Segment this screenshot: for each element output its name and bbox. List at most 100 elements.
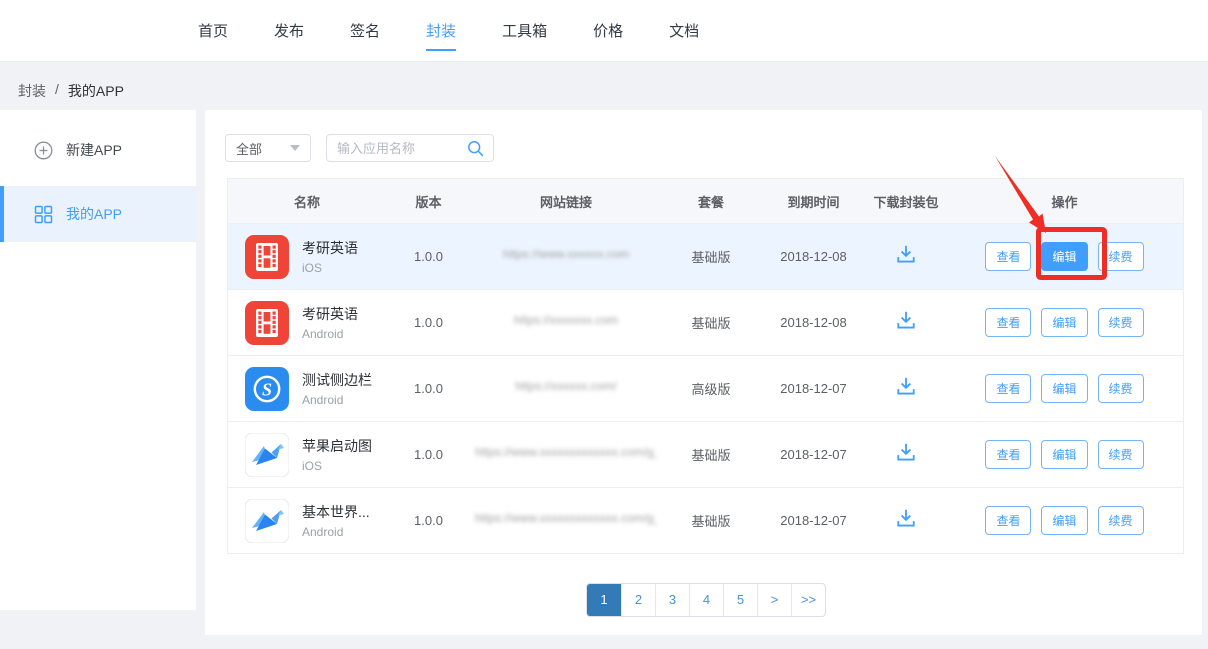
download-icon[interactable] xyxy=(895,508,917,528)
breadcrumb-separator: / xyxy=(55,81,59,101)
plan-value: 基础版 xyxy=(691,448,730,463)
download-icon[interactable] xyxy=(895,442,917,462)
breadcrumb-link[interactable]: 封装 xyxy=(18,81,46,101)
name-cell: 考研英语 iOS xyxy=(228,235,386,279)
app-platform: Android xyxy=(302,393,372,407)
website-link-cell: https://www.xxxxxxxxxxxxx.com/g_... xyxy=(471,445,661,464)
expire-cell: 2018-12-08 xyxy=(761,248,866,266)
sidebar-item-label: 我的APP xyxy=(66,204,122,224)
nav-tab[interactable]: 发布 xyxy=(274,0,304,61)
view-button[interactable]: 查看 xyxy=(985,440,1031,469)
plan-cell: 基础版 xyxy=(661,247,761,267)
download-icon[interactable] xyxy=(895,376,917,396)
page-button[interactable]: 4 xyxy=(689,584,723,616)
renew-button[interactable]: 续费 xyxy=(1098,506,1144,535)
apps-table: 名称版本网站链接套餐到期时间下载封装包操作 考研英语iOS1.0.0https:… xyxy=(227,178,1184,554)
edit-button[interactable]: 编辑 xyxy=(1041,440,1087,469)
nav-tab[interactable]: 首页 xyxy=(198,0,228,61)
page-button[interactable]: 1 xyxy=(587,584,621,616)
website-link-redacted: https://www.xxxxxx.com xyxy=(503,247,630,261)
edit-button[interactable]: 编辑 xyxy=(1041,242,1087,271)
plus-circle-icon xyxy=(34,141,53,160)
app-platform: iOS xyxy=(302,261,358,275)
expire-value: 2018-12-08 xyxy=(780,315,847,330)
page-button[interactable]: 3 xyxy=(655,584,689,616)
download-cell xyxy=(866,442,946,467)
view-button[interactable]: 查看 xyxy=(985,374,1031,403)
app-name-block: 测试侧边栏Android xyxy=(302,370,372,407)
actions-cell: 查看编辑续费 xyxy=(946,440,1183,469)
app-platform: Android xyxy=(302,525,370,539)
filter-select[interactable]: 全部 xyxy=(225,134,311,162)
edit-button[interactable]: 编辑 xyxy=(1041,374,1087,403)
name-cell: S 测试侧边栏Android xyxy=(228,367,386,411)
edit-button[interactable]: 编辑 xyxy=(1041,308,1087,337)
table-row: S测试侧边栏Android1.0.0https://xxxxxx.com/高级版… xyxy=(228,355,1183,421)
table-header: 名称版本网站链接套餐到期时间下载封装包操作 xyxy=(228,179,1183,223)
actions-cell: 查看编辑续费 xyxy=(946,506,1183,535)
page-button[interactable]: 5 xyxy=(723,584,757,616)
download-icon[interactable] xyxy=(895,310,917,330)
renew-button[interactable]: 续费 xyxy=(1098,242,1144,271)
film-icon xyxy=(245,301,289,345)
version-cell: 1.0.0 xyxy=(386,314,471,332)
plan-value: 高级版 xyxy=(691,382,730,397)
page-button[interactable]: > xyxy=(757,584,791,616)
expire-value: 2018-12-07 xyxy=(780,513,847,528)
view-button[interactable]: 查看 xyxy=(985,506,1031,535)
view-button[interactable]: 查看 xyxy=(985,308,1031,337)
name-cell: 苹果启动图 iOS xyxy=(228,433,386,477)
table-row: 考研英语 iOS 1.0.0 https://www.xxxxxx.com 基础版201… xyxy=(228,223,1183,289)
renew-button[interactable]: 续费 xyxy=(1098,440,1144,469)
table-header-cell: 到期时间 xyxy=(761,192,866,211)
plan-cell: 高级版 xyxy=(661,379,761,399)
table-header-cell: 下载封装包 xyxy=(866,192,946,211)
svg-text:S: S xyxy=(262,379,272,399)
download-cell xyxy=(866,376,946,401)
download-cell xyxy=(866,244,946,269)
version-cell: 1.0.0 xyxy=(386,380,471,398)
plan-cell: 基础版 xyxy=(661,313,761,333)
nav-tab[interactable]: 封装 xyxy=(426,0,456,61)
plan-value: 基础版 xyxy=(691,514,730,529)
table-row: 考研英语Android 1.0.0https://xxxxxxx.com基础版 20… xyxy=(228,289,1183,355)
app-name-block: 考研英语Android xyxy=(302,304,358,341)
table-header-cell: 套餐 xyxy=(661,192,761,211)
version-value: 1.0.0 xyxy=(414,447,443,462)
s-logo-icon: S xyxy=(245,367,289,411)
actions-cell: 查看编辑续费 xyxy=(946,242,1183,271)
app-platform: iOS xyxy=(302,459,372,473)
edit-button[interactable]: 编辑 xyxy=(1041,506,1087,535)
renew-button[interactable]: 续费 xyxy=(1098,308,1144,337)
download-cell xyxy=(866,310,946,335)
nav-tab[interactable]: 签名 xyxy=(350,0,380,61)
version-value: 1.0.0 xyxy=(414,513,443,528)
nav-tab[interactable]: 价格 xyxy=(593,0,623,61)
website-link-redacted: https://www.xxxxxxxxxxxxx.com/g_... xyxy=(475,445,657,459)
expire-cell: 2018-12-07 xyxy=(761,512,866,530)
website-link-cell: https://xxxxxxx.com xyxy=(471,313,661,332)
table-row: 基本世界... Android 1.0.0 https://www.xxxxxxxxx… xyxy=(228,487,1183,553)
film-icon xyxy=(245,235,289,279)
sidebar-item-label: 新建APP xyxy=(66,140,122,160)
app-name: 基本世界... xyxy=(302,502,370,522)
app-name: 苹果启动图 xyxy=(302,436,372,456)
search-input[interactable] xyxy=(337,141,467,156)
table-header-cell: 操作 xyxy=(946,192,1183,211)
download-icon[interactable] xyxy=(895,244,917,264)
sidebar-item[interactable]: 新建APP xyxy=(0,122,196,178)
page-button[interactable]: >> xyxy=(791,584,825,616)
table-header-cell: 版本 xyxy=(386,192,471,211)
renew-button[interactable]: 续费 xyxy=(1098,374,1144,403)
nav-tab[interactable]: 工具箱 xyxy=(502,0,547,61)
website-link-cell: https://www.xxxxxxxxxxxxx.com/g_... xyxy=(471,511,661,530)
nav-tab[interactable]: 文档 xyxy=(669,0,699,61)
app-name: 考研英语 xyxy=(302,238,358,258)
sidebar-item[interactable]: 我的APP xyxy=(0,186,196,242)
app-name-block: 考研英语 iOS xyxy=(302,238,358,275)
plan-cell: 基础版 xyxy=(661,445,761,465)
search-icon[interactable] xyxy=(467,140,484,157)
view-button[interactable]: 查看 xyxy=(985,242,1031,271)
version-cell: 1.0.0 xyxy=(386,248,471,266)
page-button[interactable]: 2 xyxy=(621,584,655,616)
